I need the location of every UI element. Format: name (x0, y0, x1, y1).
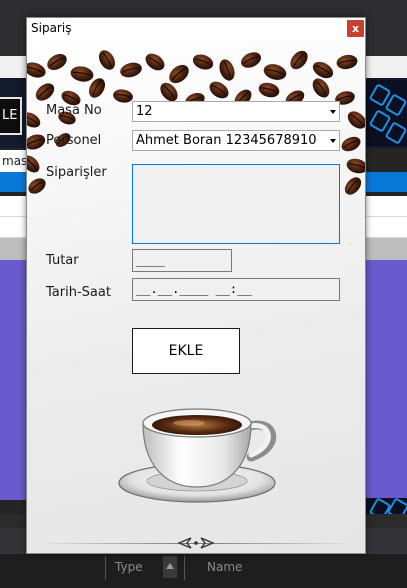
staff-select[interactable]: Ahmet Boran 12345678910 (132, 130, 340, 151)
coffee-bean-icon (192, 54, 214, 70)
coffee-bean-icon (209, 81, 229, 99)
chevron-down-icon[interactable] (330, 139, 336, 143)
ornament-icon (177, 537, 215, 549)
table-no-value: 12 (136, 104, 153, 119)
coffee-bean-icon (312, 78, 330, 98)
table-no-select[interactable]: 12 (132, 101, 340, 122)
hexagon-pattern (366, 498, 407, 514)
hexagon-pattern (366, 80, 407, 146)
coffee-bean-icon (219, 59, 235, 81)
close-icon: x (351, 22, 360, 35)
coffee-bean-icon (258, 82, 280, 98)
amount-input[interactable]: ____ (132, 249, 232, 272)
coffee-bean-icon (290, 50, 308, 70)
coffee-bean-icon (346, 158, 365, 174)
amount-mask: ____ (136, 253, 165, 267)
coffee-bean-icon (312, 61, 334, 79)
coffee-bean-icon (35, 83, 55, 101)
hexagon-icon (384, 121, 407, 145)
datetime-input[interactable]: __.__.____ __:__ (132, 278, 340, 301)
coffee-bean-icon (344, 177, 362, 195)
coffee-cup-icon (118, 408, 276, 503)
coffee-bean-icon (113, 89, 133, 103)
coffee-bean-icon (169, 64, 189, 84)
label-datetime: Tarih-Saat (46, 285, 111, 300)
sort-arrow-icon[interactable] (163, 556, 177, 578)
coffee-bean-icon (341, 136, 361, 152)
coffee-bean-icon (27, 134, 46, 150)
coffee-bean-icon (347, 111, 365, 129)
coffee-bean-icon (47, 53, 67, 71)
column-header-name[interactable]: Name (207, 560, 242, 574)
coffee-bean-icon (263, 64, 287, 80)
label-staff: Personel (46, 133, 102, 148)
coffee-bean-icon (27, 112, 41, 128)
column-header-type[interactable]: Type (115, 560, 143, 574)
dialog-title: Sipariş (31, 21, 72, 35)
close-button[interactable]: x (347, 20, 364, 37)
label-amount: Tutar (46, 253, 79, 268)
column-divider (184, 556, 185, 580)
column-divider (105, 556, 106, 580)
coffee-bean-icon (120, 62, 142, 78)
orders-textarea[interactable] (132, 164, 340, 244)
datetime-mask: __.__.____ __:__ (136, 282, 252, 296)
hexagon-icon (386, 498, 407, 514)
label-orders: Siparişler (46, 165, 107, 180)
coffee-bean-icon (145, 53, 165, 71)
chevron-down-icon[interactable] (330, 110, 336, 114)
add-button[interactable]: EKLE (132, 328, 240, 374)
coffee-bean-icon (336, 54, 358, 70)
staff-value: Ahmet Boran 12345678910 (136, 133, 317, 148)
order-dialog: Sipariş x Masa No 12 Personel Ahmet Bora… (26, 17, 366, 554)
label-table-no: Masa No (46, 103, 102, 118)
title-bar[interactable]: Sipariş x (27, 18, 365, 40)
coffee-bean-icon (27, 155, 40, 173)
coffee-bean-icon (70, 66, 94, 82)
dialog-client-area: Masa No 12 Personel Ahmet Boran 12345678… (27, 40, 365, 553)
coffee-bean-icon (98, 50, 116, 70)
coffee-bean-icon (241, 52, 261, 68)
background-column-header-row (0, 554, 407, 588)
background-left-button[interactable]: LE (0, 97, 22, 135)
